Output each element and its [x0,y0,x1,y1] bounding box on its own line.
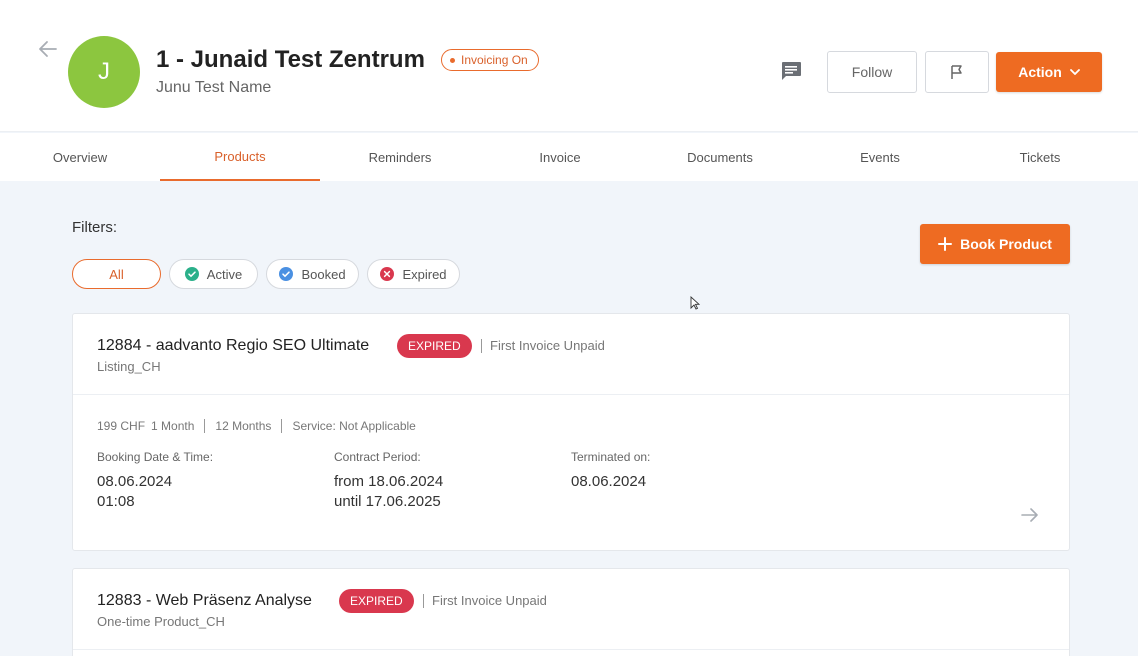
page-subtitle: Junu Test Name [156,79,272,96]
back-arrow-icon[interactable] [38,40,58,58]
status-badge: EXPIRED [397,334,472,358]
invoicing-status-label: Invoicing On [461,53,528,67]
product-price: 199 CHF [97,419,146,433]
page-header: J 1 - Junaid Test Zentrum Invoicing On J… [0,0,1138,132]
filter-chip-label: Booked [301,266,346,282]
avatar: J [68,36,140,108]
action-button-label: Action [1018,64,1062,80]
invoicing-status-badge: Invoicing On [441,49,539,71]
invoice-status: First Invoice Unpaid [481,339,605,353]
terminated-label: Terminated on: [571,450,651,464]
product-title: 12883 - Web Präsenz Analyse [97,592,312,609]
product-category: Listing_CH [97,359,161,374]
page-title: 1 - Junaid Test Zentrum [156,46,425,73]
check-circle-icon [279,267,294,281]
product-card[interactable]: 12883 - Web Präsenz Analyse EXPIRED Firs… [72,568,1070,656]
filter-chip-label: All [109,266,124,282]
tab-reminders[interactable]: Reminders [320,133,480,181]
booking-time: 01:08 [97,493,135,510]
status-badge: EXPIRED [339,589,414,613]
check-circle-icon [184,267,199,281]
booking-date-column: Booking Date & Time: 08.06.2024 01:08 [97,450,213,512]
chevron-down-icon [1069,69,1080,75]
follow-button[interactable]: Follow [827,51,917,93]
product-card-header: 12884 - aadvanto Regio SEO Ultimate EXPI… [73,314,1069,395]
tab-invoice[interactable]: Invoice [480,133,640,181]
contract-period-label: Contract Period: [334,450,421,464]
mouse-cursor-icon [690,296,700,310]
terminated-column: Terminated on: 08.06.2024 [571,450,650,492]
plus-icon [938,237,953,251]
terminated-date: 08.06.2024 [571,473,647,490]
filter-chip-all[interactable]: All [72,259,161,289]
flag-button[interactable] [925,51,989,93]
flag-icon [951,65,962,79]
follow-button-label: Follow [851,64,893,80]
status-dot-icon [450,57,455,63]
filter-chip-active[interactable]: Active [169,259,258,289]
product-card-body: 199 CHF 1 Month 12 Months Service: Not A… [73,395,1069,550]
product-meta: 199 CHF 1 Month 12 Months Service: Not A… [97,419,416,433]
product-card-header: 12883 - Web Präsenz Analyse EXPIRED Firs… [73,569,1069,650]
divider [204,419,206,433]
message-icon[interactable] [780,61,802,81]
divider [281,419,283,433]
x-circle-icon [380,267,395,281]
book-product-button[interactable]: Book Product [920,224,1070,264]
filter-chip-label: Active [206,266,243,282]
book-product-label: Book Product [960,236,1052,252]
booking-date: 08.06.2024 [97,473,173,490]
product-duration: 12 Months [215,419,272,433]
avatar-initial: J [98,58,110,85]
tab-tickets[interactable]: Tickets [960,133,1120,181]
contract-period-column: Contract Period: from 18.06.2024 until 1… [334,450,443,512]
filter-chip-booked[interactable]: Booked [266,259,359,289]
filters-label: Filters: [72,219,117,236]
contract-from: from 18.06.2024 [334,473,444,490]
tab-products[interactable]: Products [160,133,320,181]
product-card[interactable]: 12884 - aadvanto Regio SEO Ultimate EXPI… [72,313,1070,551]
booking-date-label: Booking Date & Time: [97,450,214,464]
contract-until: until 17.06.2025 [334,493,441,510]
product-category: One-time Product_CH [97,614,225,629]
filter-chip-label: Expired [402,266,447,282]
arrow-right-icon[interactable] [1021,507,1039,523]
product-billing: 1 Month [151,419,195,433]
tab-events[interactable]: Events [800,133,960,181]
tab-documents[interactable]: Documents [640,133,800,181]
tab-overview[interactable]: Overview [0,133,160,181]
action-button[interactable]: Action [996,52,1102,92]
product-title: 12884 - aadvanto Regio SEO Ultimate [97,337,370,354]
product-service: Service: Not Applicable [292,419,416,433]
invoice-status: First Invoice Unpaid [423,594,547,608]
tab-bar: Overview Products Reminders Invoice Docu… [0,133,1138,181]
filter-chip-expired[interactable]: Expired [367,259,460,289]
